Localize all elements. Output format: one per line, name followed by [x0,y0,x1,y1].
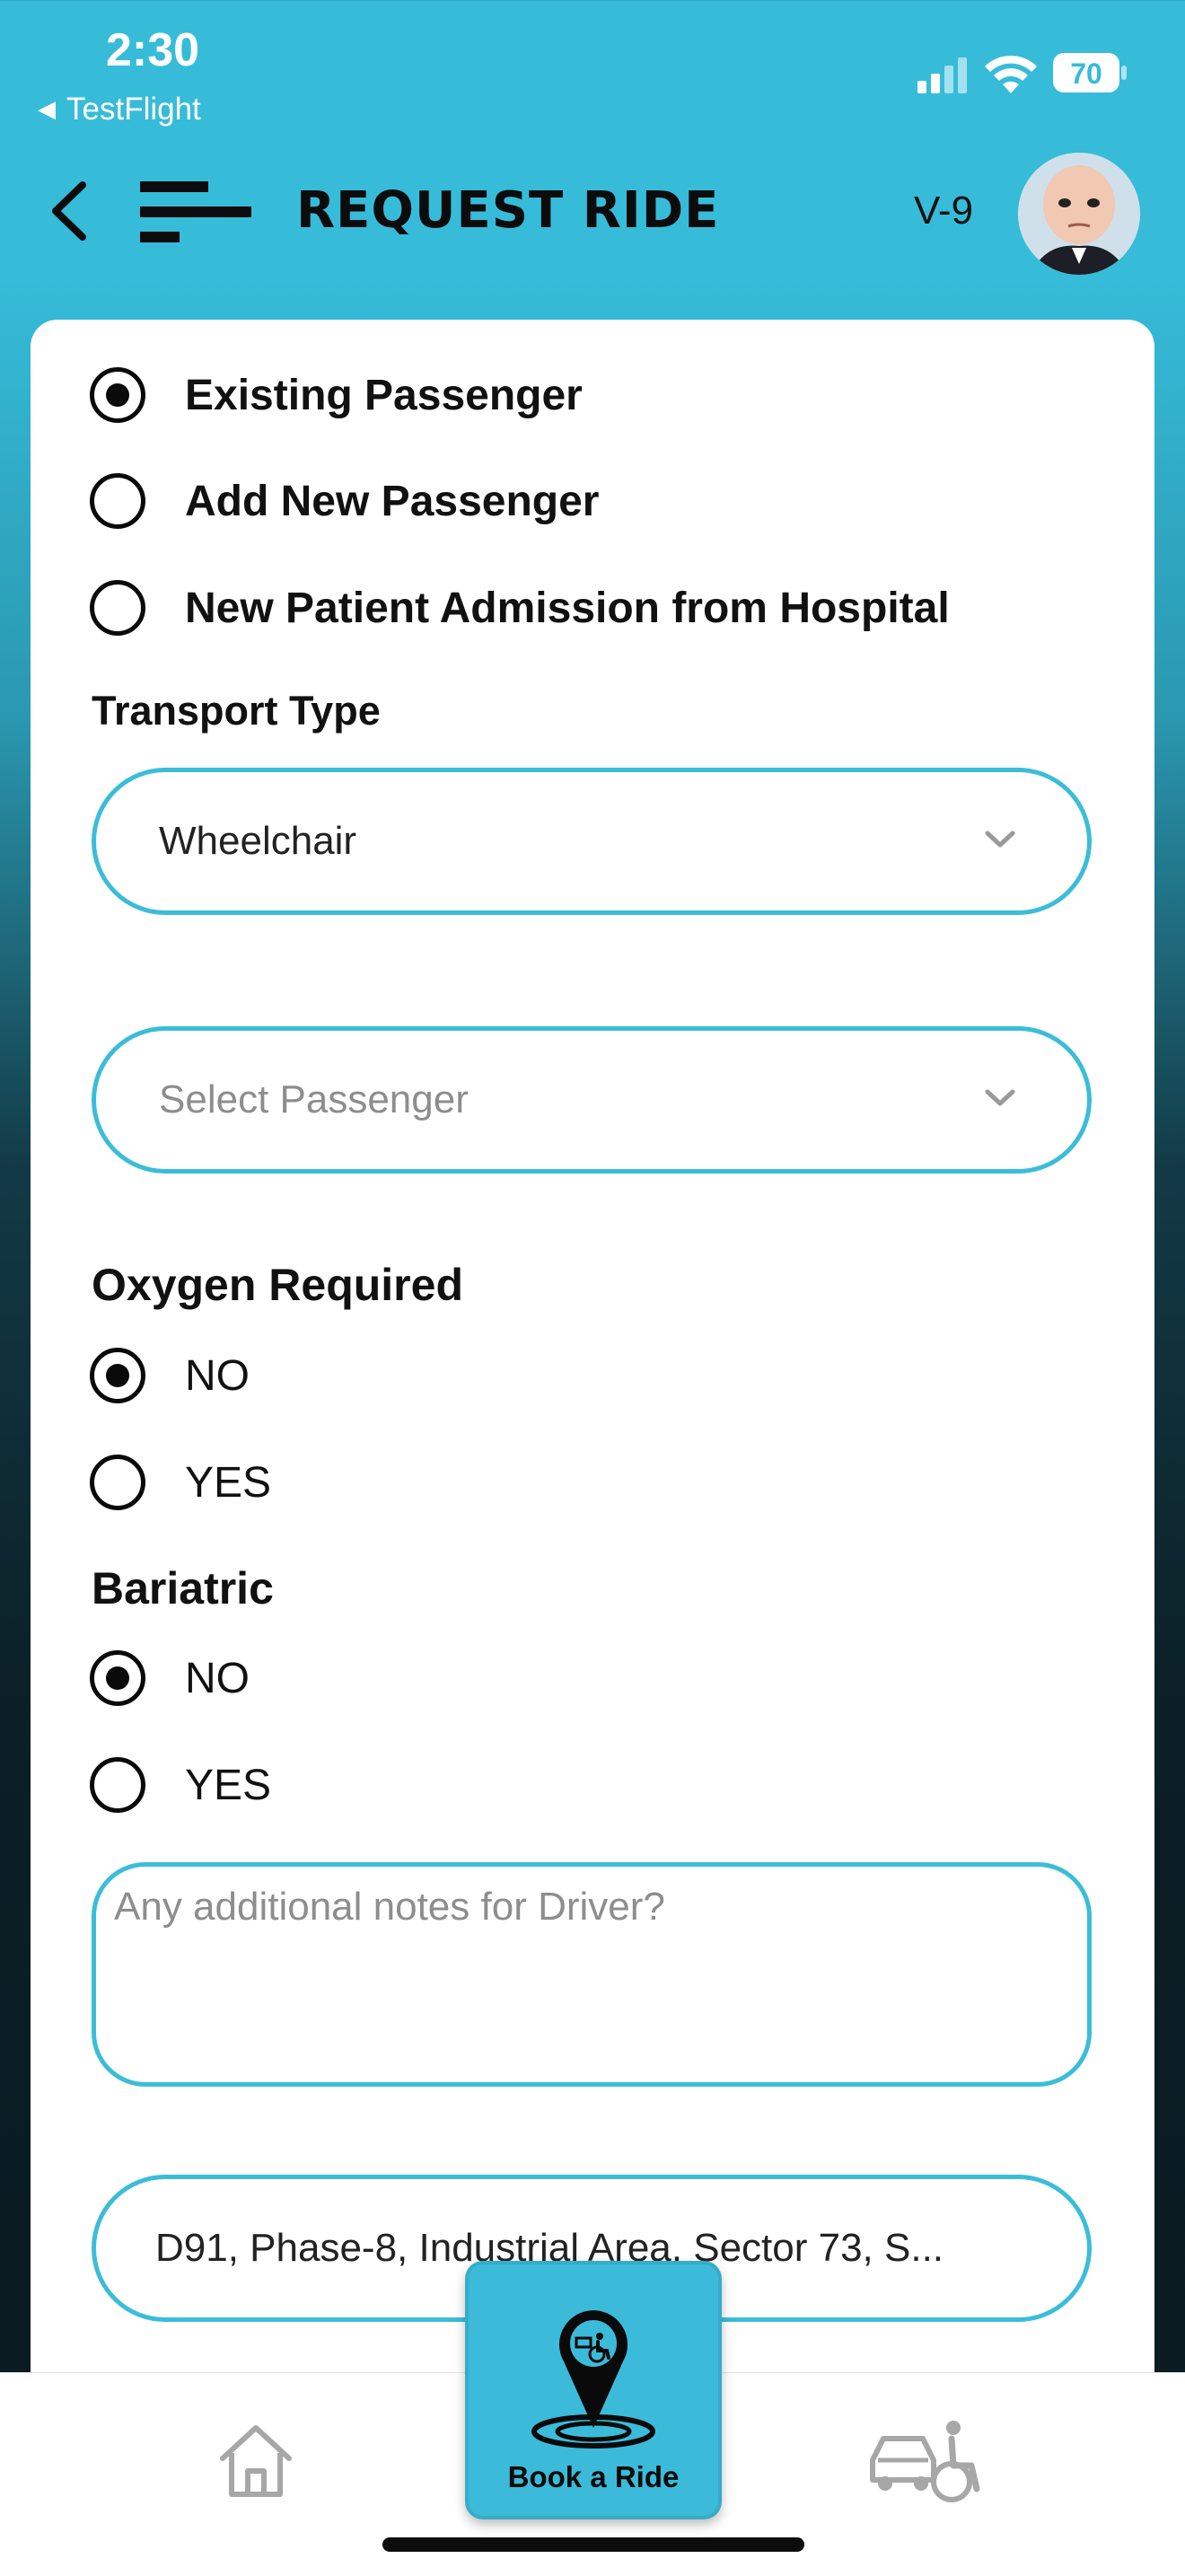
chevron-down-icon [985,831,1015,848]
book-a-ride-label: Book a Ride [507,2460,680,2493]
cellular-signal-icon [917,57,967,93]
driver-notes-placeholder: Any additional notes for Driver? [114,1885,665,1929]
radio-button[interactable] [90,473,145,529]
oxygen-required-label: Oxygen Required [92,1260,463,1310]
radio-button[interactable] [90,1650,145,1706]
radio-button[interactable] [90,1348,145,1403]
transport-type-label: Transport Type [92,688,381,734]
radio-button[interactable] [90,1455,145,1510]
radio-label: YES [185,1458,272,1507]
chevron-down-icon [985,1089,1015,1106]
radio-button[interactable] [90,1757,145,1813]
bariatric-label: Bariatric [92,1563,274,1613]
page-title: REQUEST RIDE [296,181,720,240]
battery-icon: 70 [1053,53,1127,92]
radio-new-patient-admission[interactable]: New Patient Admission from Hospital [90,576,950,640]
radio-existing-passenger[interactable]: Existing Passenger [90,363,583,427]
menu-icon[interactable] [136,178,253,250]
transport-type-value: Wheelchair [159,819,357,863]
avatar-face-icon [1018,153,1140,275]
radio-label: New Patient Admission from Hospital [185,584,950,632]
radio-label: NO [185,1654,250,1702]
book-a-ride-button[interactable]: Book a Ride [465,2261,722,2519]
back-triangle-icon: ◀ [38,95,56,122]
radio-label: Add New Passenger [185,477,600,525]
wifi-icon [985,55,1037,93]
select-passenger-dropdown[interactable]: Select Passenger [92,1026,1092,1174]
select-passenger-placeholder: Select Passenger [159,1077,469,1121]
driver-notes-input[interactable]: Any additional notes for Driver? [92,1862,1092,2087]
back-to-app-link[interactable]: ◀ TestFlight [38,92,201,127]
wheelchair-car-icon[interactable] [867,2417,984,2507]
radio-button[interactable] [90,367,145,423]
transport-type-dropdown[interactable]: Wheelchair [92,768,1092,915]
status-bar: 2:30 ◀ TestFlight 70 [0,0,1185,144]
status-time: 2:30 [106,24,200,76]
back-arrow-icon[interactable] [47,180,92,242]
radio-oxygen-no[interactable]: NO [90,1343,250,1408]
radio-label: NO [185,1351,250,1400]
radio-oxygen-yes[interactable]: YES [90,1450,271,1515]
radio-bariatric-no[interactable]: NO [90,1646,250,1710]
back-app-label: TestFlight [66,92,201,127]
radio-label: Existing Passenger [185,371,583,419]
radio-add-new-passenger[interactable]: Add New Passenger [90,469,599,533]
ride-location-pin-icon [531,2310,655,2449]
home-icon[interactable] [215,2421,296,2501]
radio-button[interactable] [90,580,145,636]
battery-level: 70 [1070,57,1102,90]
radio-label: YES [185,1761,272,1809]
home-indicator [382,2537,804,2552]
version-label: V-9 [914,189,974,233]
avatar[interactable] [1018,153,1140,275]
radio-bariatric-yes[interactable]: YES [90,1753,271,1817]
